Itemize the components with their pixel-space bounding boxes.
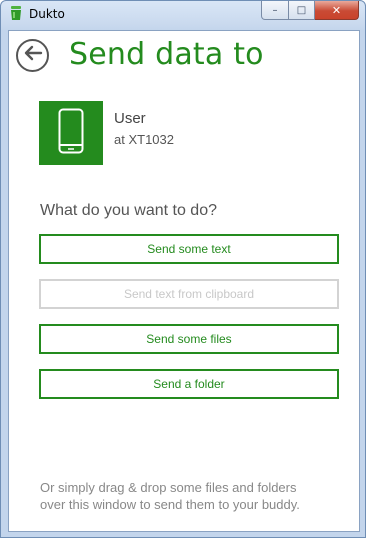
title-bar[interactable]: Dukto – □ ✕ (1, 1, 365, 29)
hint-line-2: over this window to send them to your bu… (40, 497, 300, 512)
arrow-left-icon (23, 44, 43, 67)
buddy-host: at XT1032 (114, 132, 174, 147)
send-files-button[interactable]: Send some files (39, 324, 339, 354)
smartphone-icon (58, 108, 84, 159)
buddy-name: User (114, 110, 146, 127)
page-title: Send data to (69, 37, 264, 72)
window-title: Dukto (29, 7, 65, 21)
send-text-button[interactable]: Send some text (39, 234, 339, 264)
minimize-button[interactable]: – (261, 1, 289, 20)
maximize-button[interactable]: □ (289, 1, 315, 20)
back-button[interactable] (16, 39, 49, 72)
close-button[interactable]: ✕ (315, 1, 359, 20)
send-clipboard-button: Send text from clipboard (39, 279, 339, 309)
app-window: Dukto – □ ✕ Send data to User at XT1032 … (0, 0, 366, 538)
hint-line-1: Or simply drag & drop some files and fol… (40, 480, 297, 495)
dukto-logo-icon (10, 6, 22, 21)
send-page: Send data to User at XT1032 What do you … (8, 30, 360, 532)
action-question: What do you want to do? (40, 202, 217, 219)
send-folder-button[interactable]: Send a folder (39, 369, 339, 399)
drag-drop-hint: Or simply drag & drop some files and fol… (40, 479, 340, 513)
window-controls: – □ ✕ (261, 1, 359, 20)
buddy-device-tile (39, 101, 103, 165)
